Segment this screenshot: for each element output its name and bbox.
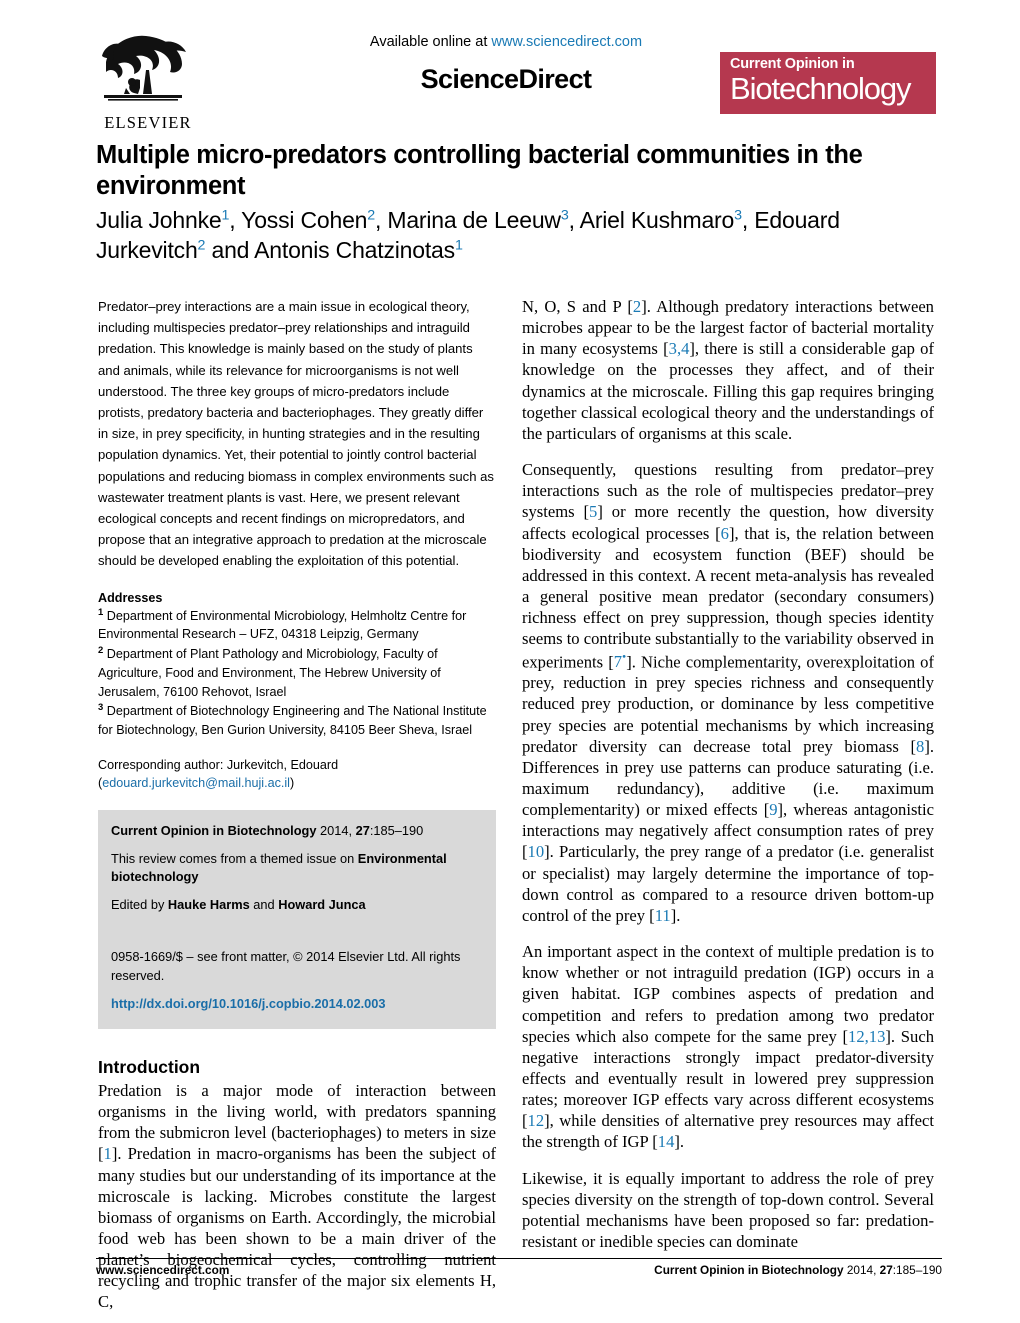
citation-pages: :185–190 [369,822,424,838]
doi-line: http://dx.doi.org/10.1016/j.copbio.2014.… [111,995,483,1013]
citation-journal-name: Current Opinion in Biotechnology [111,822,317,838]
author-affiliation-marker: 2 [367,207,375,224]
address-item: 2 Department of Plant Pathology and Micr… [98,644,496,701]
footer-pages: :185–190 [892,1263,942,1277]
author-name: , Yossi Cohen [229,207,368,234]
citation-volume: 27 [355,822,370,838]
citation-year: 2014, [316,822,356,838]
available-online-line: Available online at www.sciencedirect.co… [296,34,716,50]
paragraph: An important aspect in the context of mu… [522,941,934,1153]
editors-line: Edited by Hauke Harms and Howard Junca [111,896,483,914]
paragraph: Likewise, it is equally important to add… [522,1168,934,1252]
citation-reference[interactable]: 1 [104,1144,112,1163]
editor-name: Howard Junca [278,897,366,913]
masthead: ELSEVIER Available online at www.science… [96,24,936,140]
paragraph-text: ]. Predation in macro-organisms has been… [98,1144,496,1312]
author-affiliation-marker: 1 [454,237,463,254]
corresponding-author-email-link[interactable]: edouard.jurkevitch@mail.huji.ac.il [102,776,290,790]
author-list: Julia Johnke 1 , Yossi Cohen2, Marina de L… [96,206,942,266]
footer-website-link[interactable]: www.sciencedirect.com [96,1263,229,1277]
paragraph: Predation is a major mode of interaction… [98,1080,496,1313]
journal-logo: Current Opinion in Biotechnology [720,52,936,114]
footer-year: 2014, [843,1263,880,1277]
paragraph-text: ]. [670,905,681,925]
citation-reference[interactable]: 14 [658,1132,675,1151]
citation-reference[interactable]: 12,13 [848,1027,885,1046]
journal-logo-top-line: Current Opinion in [730,56,855,72]
paragraph-text: ], while densities of alternative prey r… [522,1111,934,1152]
author-separator: , [741,207,749,234]
paren-close: ) [289,776,295,791]
elsevier-wordmark: ELSEVIER [104,113,192,132]
citation-reference-number: 7 [613,652,623,672]
citation-reference[interactable]: 10 [528,842,545,861]
citation-reference[interactable]: 2 [633,297,641,316]
editor-name: Hauke Harms [167,897,250,913]
paper-page: ELSEVIER Available online at www.science… [0,0,1020,1323]
address-item: 1 Department of Environmental Microbiolo… [98,606,496,644]
abstract-text: Predator–prey interactions are a main is… [98,299,494,569]
doi-link[interactable]: http://dx.doi.org/10.1016/j.copbio.2014.… [111,996,386,1011]
editors-conjunction: and [249,897,279,913]
journal-logo-bottom-line: Biotechnology [730,71,912,107]
section-heading-introduction: Introduction [98,1056,201,1077]
paragraph-text: N, O, S and P [ [522,297,633,316]
author-name: , Marina de Leeuw [375,207,561,234]
address-text: Department of Environmental Microbiology… [98,608,467,642]
available-online-text: Available online at [369,34,492,50]
addresses-heading: Addresses [98,590,163,605]
author-affiliation-marker: 3 [734,207,742,224]
elsevier-tree-icon [102,35,186,101]
page-footer: www.sciencedirect.com Current Opinion in… [96,1263,942,1277]
title-block: Multiple micro-predators controlling bac… [96,140,942,266]
sciencedirect-url-link[interactable]: www.sciencedirect.com [491,34,642,50]
citation-reference[interactable]: 12 [528,1111,545,1130]
edited-by-label: Edited by [111,897,168,913]
citation-reference[interactable]: 6 [721,524,729,543]
paragraph: Consequently, questions resulting from p… [522,459,934,926]
themed-issue-prefix: This review comes from a themed issue on [111,850,358,866]
corresponding-author-label: Corresponding author: Jurkevitch, Edouar… [98,757,339,772]
address-text: Department of Biotechnology Engineering … [98,704,487,737]
address-item: 3 Department of Biotechnology Engineerin… [98,701,496,739]
sciencedirect-block: Available online at www.sciencedirect.co… [296,34,716,95]
page-title: Multiple micro-predators controlling bac… [96,141,863,201]
sciencedirect-wordmark: ScienceDirect [420,64,592,94]
citation-reference[interactable]: 9 [769,800,777,819]
paragraph-text: ], that is, the relation between biodive… [522,523,934,672]
left-column: Predator–prey interactions are a main is… [98,296,496,1313]
front-matter-line: 0958-1669/$ – see front matter, © 2014 E… [111,949,461,983]
right-column: N, O, S and P [2]. Although predatory in… [522,296,934,1252]
citation-reference[interactable]: 11 [655,906,671,925]
author-affiliation-marker: 3 [560,207,569,224]
citation-line: Current Opinion in Biotechnology 2014, 2… [111,822,483,840]
themed-issue-line: This review comes from a themed issue on… [111,850,483,886]
footer-citation: Current Opinion in Biotechnology 2014, 2… [654,1263,942,1277]
paragraph-text: ]. Particularly, the prey range of a pre… [522,842,934,925]
elsevier-logo: ELSEVIER [96,28,200,140]
journal-info-box: Current Opinion in Biotechnology 2014, 2… [98,809,496,1029]
footer-volume: 27 [879,1263,893,1277]
author-name: and Antonis Chatzinotas [205,237,455,264]
footer-divider [96,1258,942,1259]
citation-reference[interactable]: 3,4 [669,339,690,358]
author-name: , Ariel Kushmaro [568,207,735,234]
author-name: Julia Johnke [96,207,222,234]
address-text: Department of Plant Pathology and Microb… [98,647,441,699]
paragraph-text: ]. [674,1132,685,1152]
corresponding-author: Corresponding author: Jurkevitch, Edouar… [98,756,496,793]
citation-reference[interactable]: 7• [613,650,626,672]
paragraph: N, O, S and P [2]. Although predatory in… [522,296,934,444]
footer-journal-name: Current Opinion in Biotechnology [654,1263,844,1277]
